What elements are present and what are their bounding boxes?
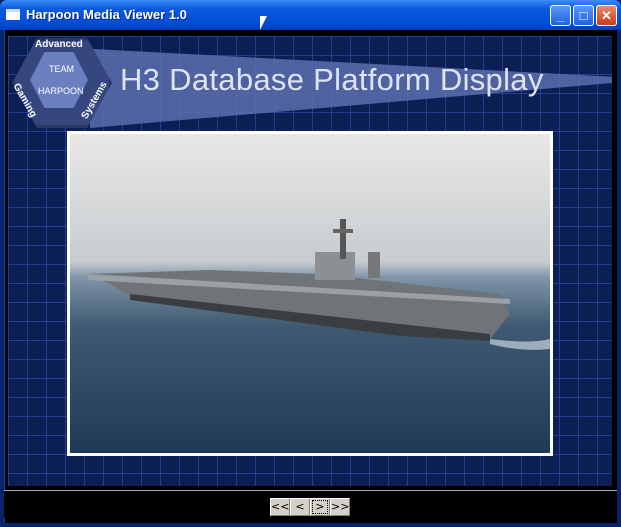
maximize-button[interactable]: □ bbox=[573, 5, 594, 26]
window-title: Harpoon Media Viewer 1.0 bbox=[26, 7, 187, 22]
mouse-cursor-icon bbox=[260, 16, 267, 30]
logo-text-harpoon: HARPOON bbox=[38, 86, 84, 96]
previous-button[interactable]: < bbox=[290, 498, 310, 516]
platform-photo bbox=[67, 131, 553, 456]
next-button[interactable]: > bbox=[310, 498, 330, 516]
title-bar[interactable]: Harpoon Media Viewer 1.0 _ □ ✕ bbox=[0, 0, 621, 30]
page-title: H3 Database Platform Display bbox=[120, 62, 544, 97]
last-button[interactable]: >> bbox=[330, 498, 350, 516]
logo-text-team: TEAM bbox=[49, 64, 75, 74]
aircraft-carrier-image bbox=[88, 219, 550, 350]
app-icon bbox=[6, 9, 20, 20]
close-button[interactable]: ✕ bbox=[596, 5, 617, 26]
logo-text-top: Advanced bbox=[35, 39, 83, 50]
first-button[interactable]: << bbox=[270, 498, 290, 516]
minimize-button[interactable]: _ bbox=[550, 5, 571, 26]
